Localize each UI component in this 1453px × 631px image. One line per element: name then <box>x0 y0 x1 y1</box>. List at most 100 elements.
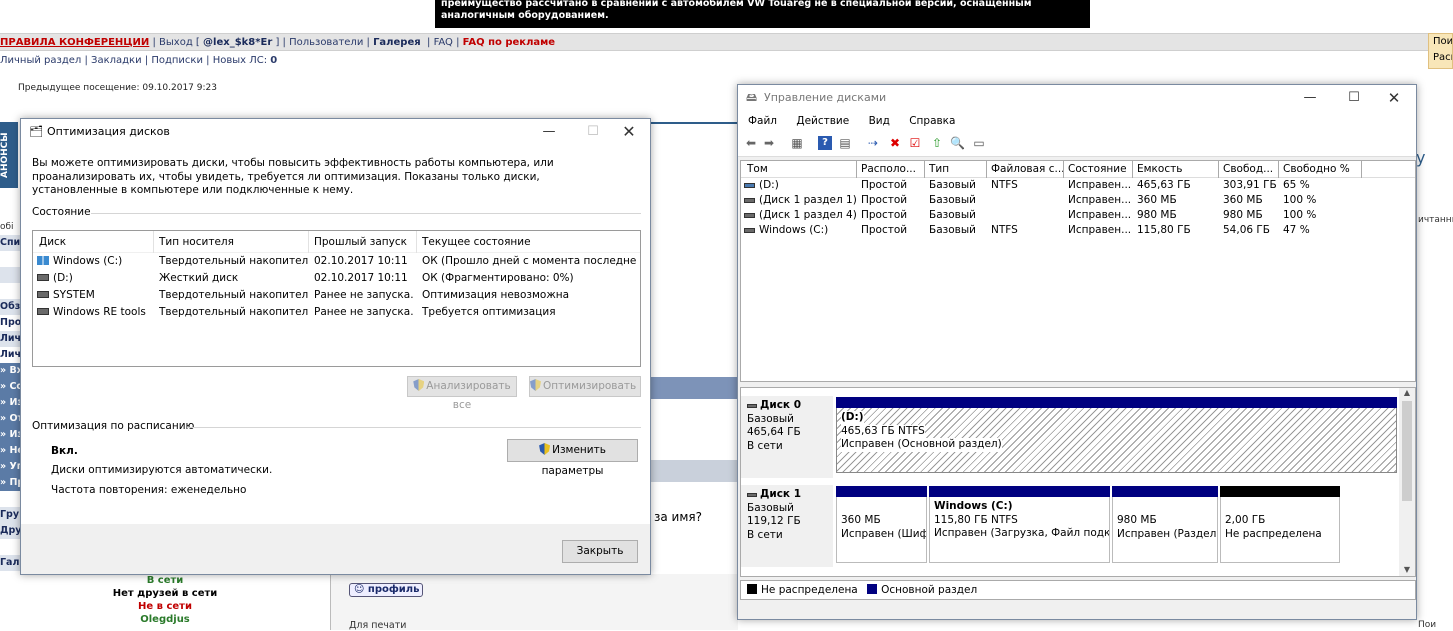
dm-titlebar[interactable]: 🖴 Управление дисками — ☐ ✕ <box>738 85 1416 111</box>
faq-link[interactable]: FAQ <box>434 37 453 48</box>
close-button[interactable]: Закрыть <box>562 540 638 563</box>
col-layout[interactable]: Располо... <box>861 161 916 177</box>
sidebar-item[interactable]: » Уп <box>0 459 22 475</box>
search-box[interactable]: Пои Расш <box>1428 33 1453 69</box>
username[interactable]: @lex_$k8*Er <box>203 37 272 48</box>
drive-name: Windows RE tools <box>53 306 146 318</box>
ad-banner[interactable]: преимущество рассчитано в сравнении с ав… <box>435 0 1090 28</box>
volume-capacity: 465,63 ГБ <box>1137 179 1191 191</box>
gallery-link[interactable]: Галерея <box>373 37 421 48</box>
partition-d[interactable]: (D:) 465,63 ГБ NTFS Исправен (Основной р… <box>836 397 1397 473</box>
col-media[interactable]: Тип носителя <box>159 231 234 253</box>
drive-media: Твердотельный накопитель <box>159 255 309 267</box>
col-capacity[interactable]: Емкость <box>1137 161 1182 177</box>
menu-action[interactable]: Действие <box>796 115 849 127</box>
sidebar-item[interactable]: Обз <box>0 299 22 315</box>
volume-row[interactable]: Windows (C:) Простой Базовый NTFS Исправ… <box>741 223 1415 238</box>
profile-button[interactable]: ☺ профиль <box>349 583 423 597</box>
help-icon[interactable]: ? <box>818 136 832 150</box>
bookmarks-link[interactable]: Закладки <box>91 55 142 66</box>
scroll-up-icon[interactable]: ▲ <box>1399 388 1415 397</box>
defrag-titlebar[interactable]: 🗂 Оптимизация дисков — ☐ ✕ <box>21 119 650 145</box>
logout-prefix[interactable]: Выход [ <box>159 37 200 48</box>
drive-row[interactable]: SYSTEM Твердотельный накопитель Ранее не… <box>33 287 640 304</box>
menu-file[interactable]: Файл <box>748 115 777 127</box>
col-filesystem[interactable]: Файловая с... <box>991 161 1065 177</box>
optimize-all-button[interactable]: Оптимизировать все <box>529 376 641 397</box>
menu-view[interactable]: Вид <box>869 115 890 127</box>
sidebar-item[interactable]: Про <box>0 315 22 331</box>
sidebar-item[interactable]: » Из <box>0 427 22 443</box>
properties-icon[interactable]: ▤ <box>838 136 852 150</box>
print-link[interactable]: Для печати <box>349 620 406 631</box>
volume-list[interactable]: Том Располо... Тип Файловая с... Состоян… <box>740 160 1416 382</box>
partition-unallocated[interactable]: 2,00 ГБ Не распределена <box>1220 486 1340 563</box>
volume-layout: Простой <box>861 209 908 221</box>
scroll-down-icon[interactable]: ▼ <box>1399 565 1415 574</box>
volume-row[interactable]: (Диск 1 раздел 1) Простой Базовый Исправ… <box>741 193 1415 208</box>
disk1-label[interactable]: Диск 1 Базовый 119,12 ГБ В сети <box>741 485 833 567</box>
analyze-all-button[interactable]: Анализировать все <box>407 376 517 411</box>
sidebar-item[interactable]: Гру <box>0 507 22 523</box>
scroll-thumb[interactable] <box>1402 401 1412 501</box>
view-icon[interactable]: ▭ <box>972 136 986 150</box>
drive-icon <box>37 308 49 315</box>
search-folder-icon[interactable]: 🔍 <box>950 136 965 150</box>
minimize-button[interactable]: — <box>1288 85 1332 111</box>
rules-link[interactable]: ПРАВИЛА КОНФЕРЕНЦИИ <box>0 37 149 48</box>
sidebar-item[interactable]: » Пр <box>0 475 22 491</box>
vertical-scrollbar[interactable]: ▲ ▼ <box>1399 388 1415 576</box>
announcements-tab[interactable]: АНОНСЫ <box>0 122 18 188</box>
partition-c[interactable]: Windows (C:) 115,80 ГБ NTFS Исправен (За… <box>929 486 1110 563</box>
col-volume[interactable]: Том <box>747 161 768 177</box>
col-status[interactable]: Текущее состояние <box>422 231 531 253</box>
volume-row[interactable]: (Диск 1 раздел 4) Простой Базовый Исправ… <box>741 208 1415 223</box>
change-settings-button[interactable]: Изменить параметры <box>507 439 638 477</box>
new-pm-link[interactable]: Новых ЛС: <box>213 55 267 66</box>
delete-icon[interactable]: ✖ <box>888 136 902 150</box>
post-text-fragment: за имя? <box>654 510 702 524</box>
sidebar-item[interactable]: Гал <box>0 555 22 571</box>
menu-help[interactable]: Справка <box>909 115 955 127</box>
drive-row[interactable]: Windows RE tools Твердотельный накопител… <box>33 304 640 321</box>
sidebar-item[interactable]: » Из <box>0 395 22 411</box>
volume-row[interactable]: (D:) Простой Базовый NTFS Исправен... 46… <box>741 178 1415 193</box>
subscriptions-link[interactable]: Подписки <box>151 55 203 66</box>
online-user[interactable]: Olegdjus <box>0 613 330 626</box>
close-window-button[interactable]: ✕ <box>1372 85 1416 111</box>
minimize-button[interactable]: — <box>527 119 571 145</box>
close-window-button[interactable]: ✕ <box>607 119 651 145</box>
faq-ads-link[interactable]: FAQ по рекламе <box>463 37 555 48</box>
partition-efi[interactable]: 360 МБ Исправен (Шиф <box>836 486 927 563</box>
drive-row[interactable]: (D:) Жесткий диск 02.10.2017 10:11 ОК (Ф… <box>33 270 640 287</box>
personal-link[interactable]: Личный раздел <box>0 55 81 66</box>
partition-recovery[interactable]: 980 МБ Исправен (Раздел в <box>1112 486 1218 563</box>
sidebar-item[interactable]: Спи <box>0 235 22 251</box>
status-divider <box>91 213 641 214</box>
connect-icon[interactable]: ⇢ <box>866 136 880 150</box>
drive-row[interactable]: Windows (C:) Твердотельный накопитель 02… <box>33 253 640 270</box>
maximize-button[interactable]: ☐ <box>1332 85 1376 111</box>
disk0-label[interactable]: Диск 0 Базовый 465,64 ГБ В сети <box>741 396 833 478</box>
users-link[interactable]: Пользователи <box>289 37 363 48</box>
console-tree-icon[interactable]: ▦ <box>790 136 804 150</box>
sidebar-item[interactable]: » Вх <box>0 363 22 379</box>
back-icon[interactable]: ⬅ <box>744 136 758 150</box>
checklist-icon[interactable]: ☑ <box>908 136 922 150</box>
sidebar-item[interactable]: » От <box>0 411 22 427</box>
legend-primary: Основной раздел <box>881 584 978 596</box>
col-free[interactable]: Свобод... <box>1223 161 1273 177</box>
col-free-pct[interactable]: Свободно % <box>1283 161 1350 177</box>
col-last-run[interactable]: Прошлый запуск <box>314 231 407 253</box>
sidebar-item[interactable]: » Не <box>0 443 22 459</box>
drives-list[interactable]: Диск Тип носителя Прошлый запуск Текущее… <box>32 230 641 367</box>
disk-graph-view[interactable]: Диск 0 Базовый 465,64 ГБ В сети (D:) 465… <box>740 387 1416 577</box>
sidebar-item[interactable]: Лич <box>0 331 22 347</box>
col-type[interactable]: Тип <box>929 161 949 177</box>
col-status[interactable]: Состояние <box>1068 161 1127 177</box>
up-arrow-icon[interactable]: ⇧ <box>930 136 944 150</box>
sidebar-item[interactable]: Дру <box>0 523 22 539</box>
forward-icon[interactable]: ➡ <box>762 136 776 150</box>
sidebar-item[interactable]: » Со <box>0 379 22 395</box>
col-disk[interactable]: Диск <box>39 231 66 253</box>
